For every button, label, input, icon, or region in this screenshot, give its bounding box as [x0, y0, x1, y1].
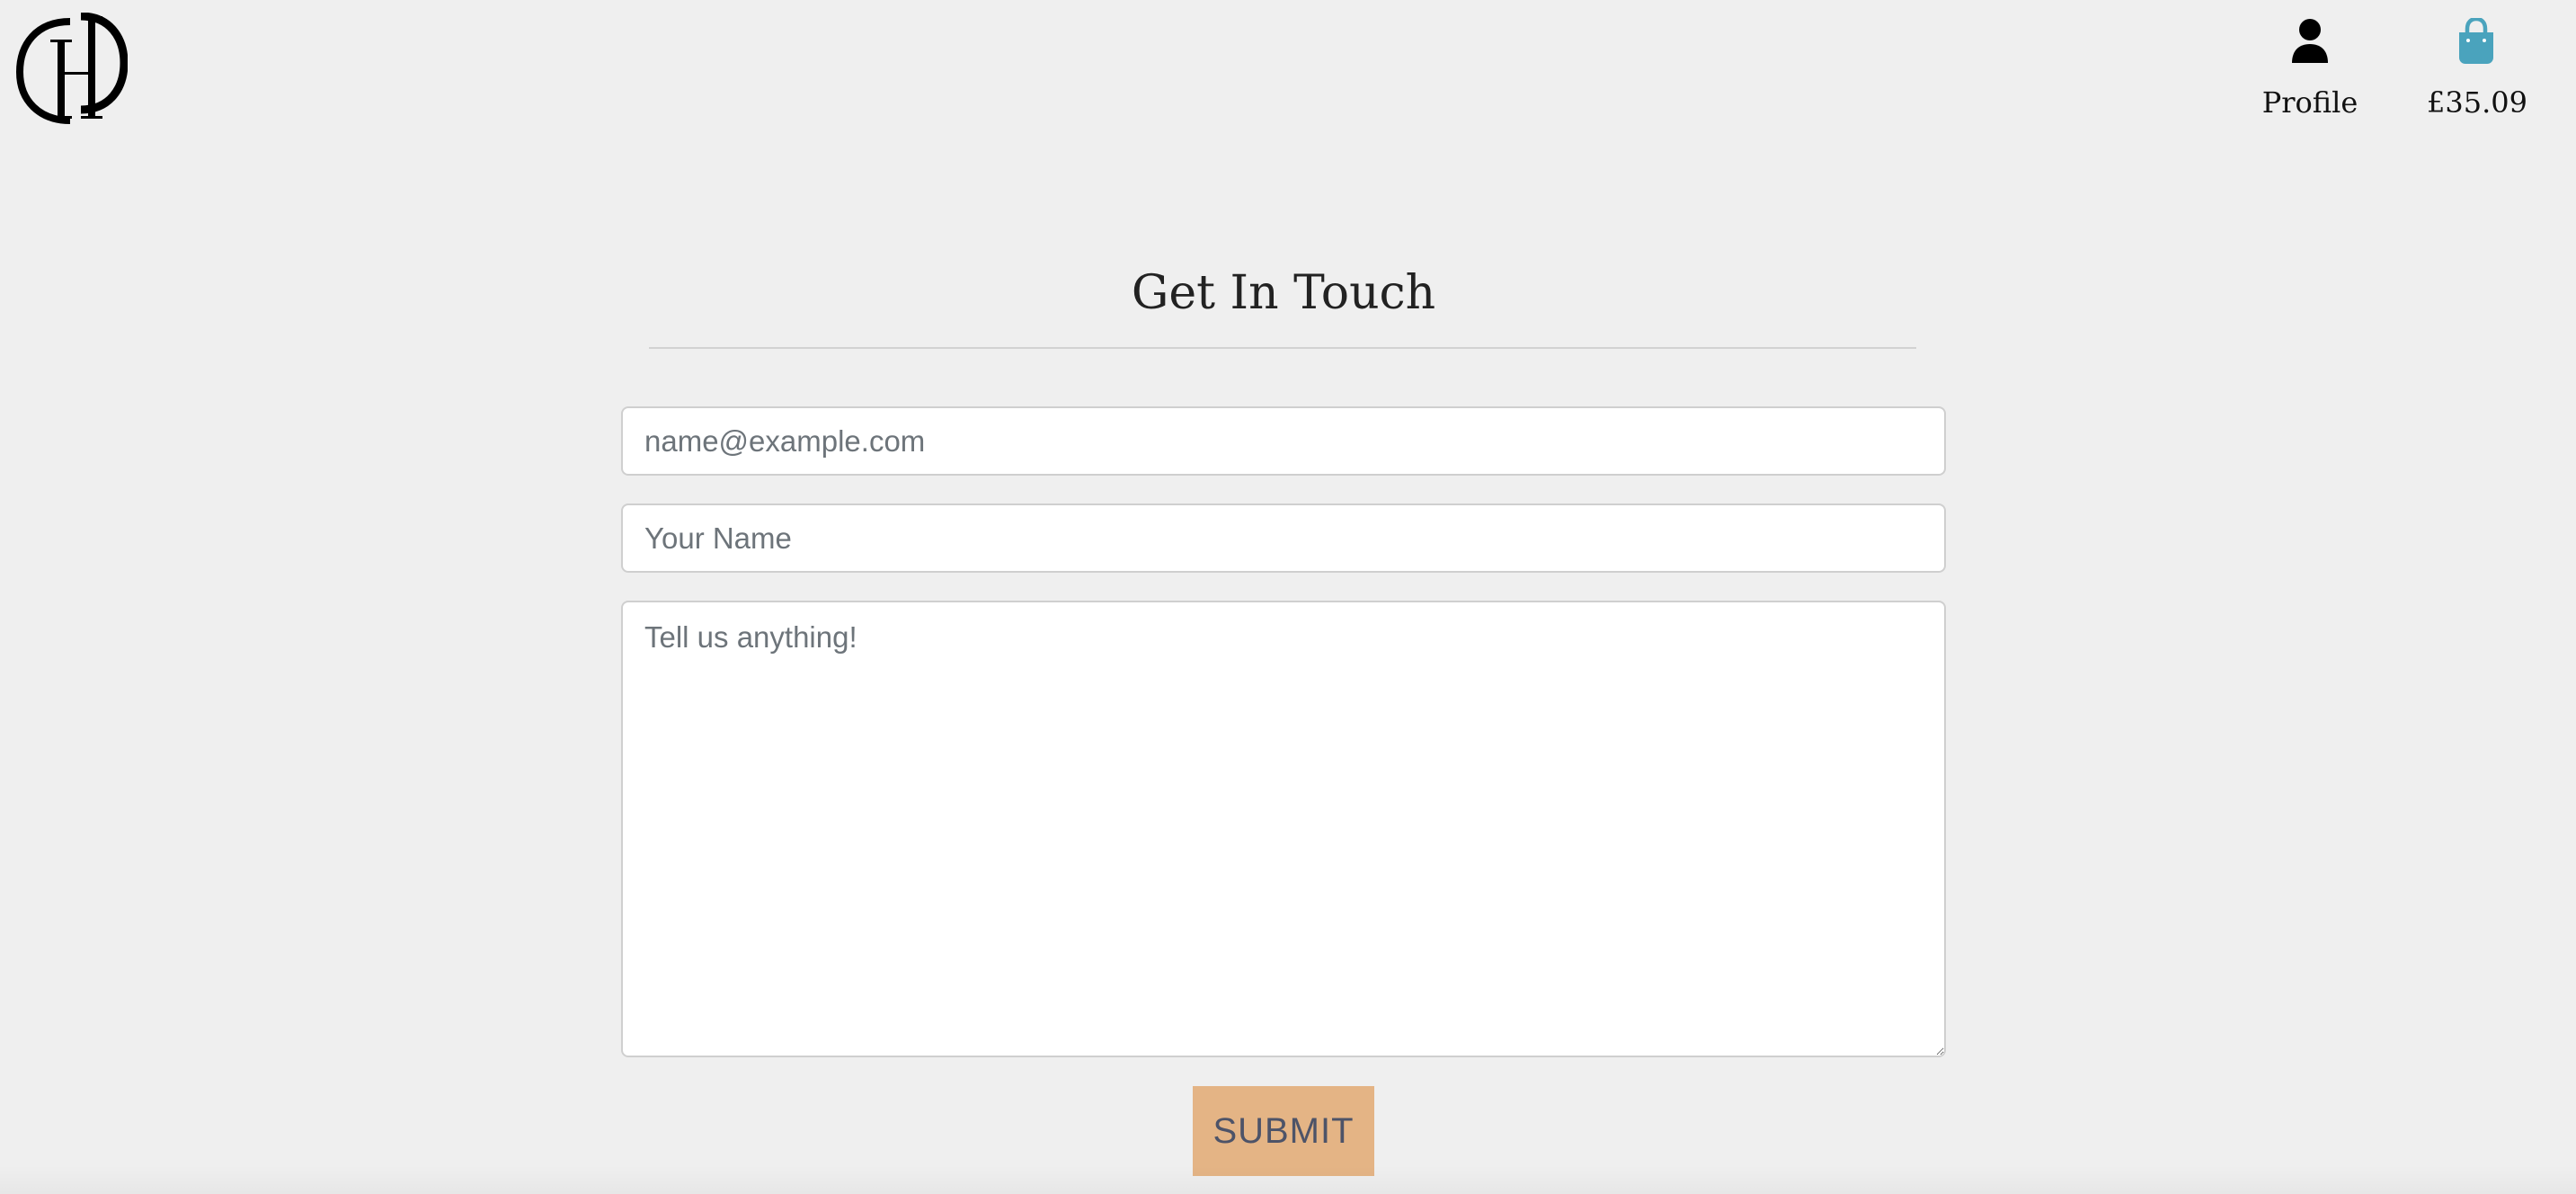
submit-button[interactable]: SUBMIT [1193, 1086, 1374, 1176]
page-title: Get In Touch [1131, 266, 1436, 320]
site-logo[interactable] [16, 13, 128, 124]
profile-label: Profile [2261, 85, 2358, 120]
bag-total: £35.09 [2427, 85, 2527, 120]
user-icon [2290, 18, 2330, 65]
message-field[interactable] [621, 601, 1946, 1057]
name-field[interactable] [621, 503, 1946, 573]
shopping-bag-icon [2456, 18, 2496, 65]
email-field[interactable] [621, 406, 1946, 476]
shopping-bag-link[interactable]: £35.09 [2427, 18, 2527, 120]
title-divider [649, 347, 1916, 349]
dh-monogram-logo-icon [16, 13, 128, 124]
profile-link[interactable]: Profile [2247, 18, 2373, 117]
